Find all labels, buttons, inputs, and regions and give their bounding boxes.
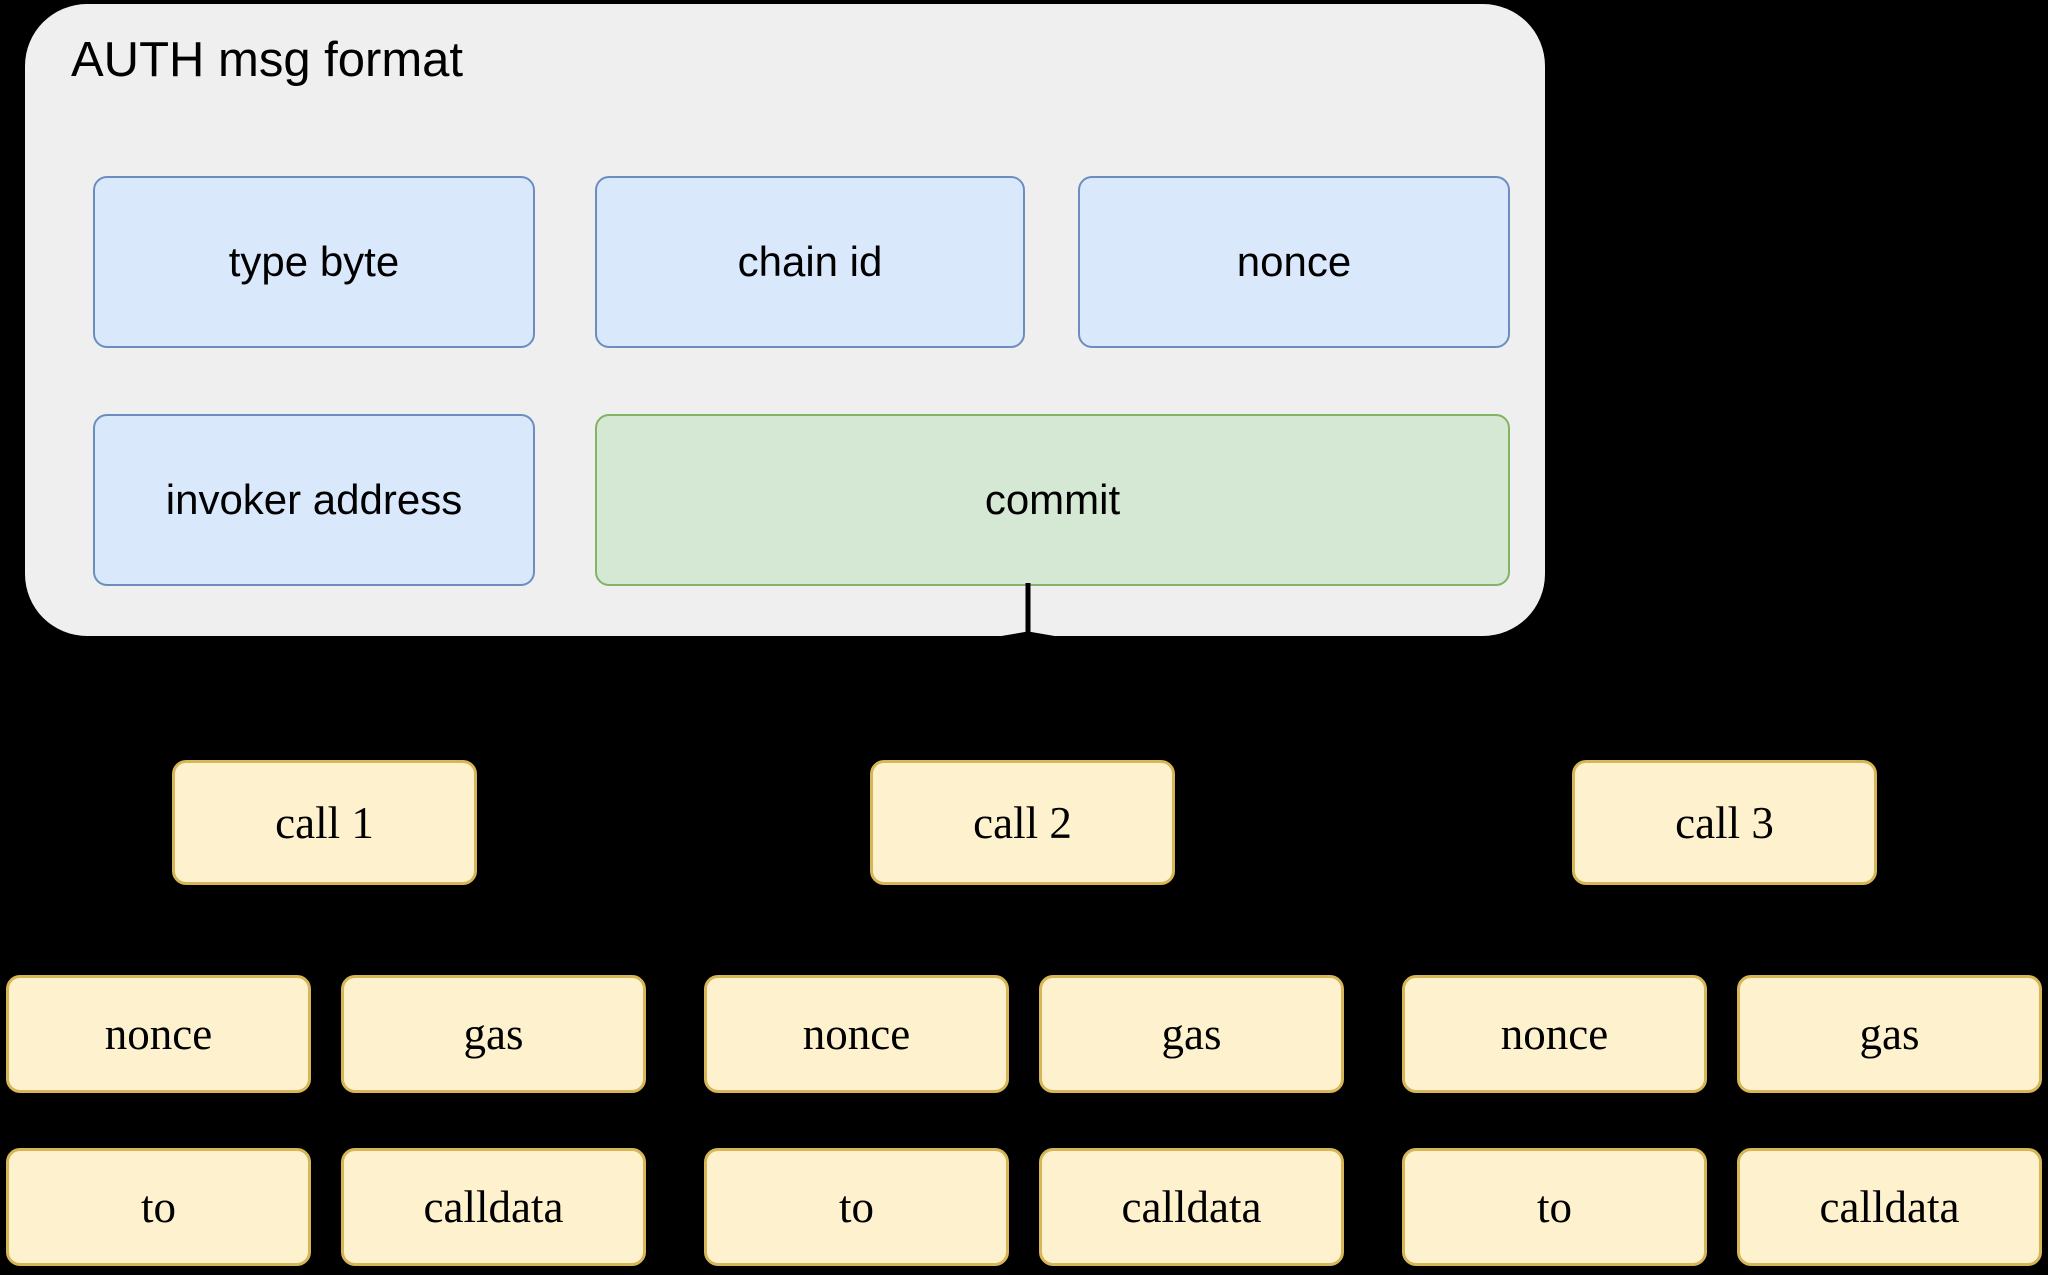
auth-field-commit[interactable]: commit [595,414,1510,586]
call-3-field-calldata[interactable]: calldata [1737,1148,2042,1266]
call-2-field-gas[interactable]: gas [1039,975,1344,1093]
auth-field-type-byte[interactable]: type byte [93,176,535,348]
connector-branch-right [1027,631,1181,663]
call-1-field-to[interactable]: to [6,1148,311,1266]
call-1-field-nonce[interactable]: nonce [6,975,311,1093]
call-2-field-to[interactable]: to [704,1148,1009,1266]
call-2-field-calldata[interactable]: calldata [1039,1148,1344,1266]
call-1-field-gas[interactable]: gas [341,975,646,1093]
call-box-1[interactable]: call 1 [172,760,477,885]
call-box-2[interactable]: call 2 [870,760,1175,885]
call-3-field-to[interactable]: to [1402,1148,1707,1266]
auth-field-invoker-address[interactable]: invoker address [93,414,535,586]
connector-branch-left [875,631,1029,663]
call-1-field-calldata[interactable]: calldata [341,1148,646,1266]
page-title: AUTH msg format [71,33,464,87]
call-3-field-nonce[interactable]: nonce [1402,975,1707,1093]
auth-field-chain-id[interactable]: chain id [595,176,1025,348]
call-2-field-nonce[interactable]: nonce [704,975,1009,1093]
call-box-3[interactable]: call 3 [1572,760,1877,885]
call-3-field-gas[interactable]: gas [1737,975,2042,1093]
auth-msg-format-panel: AUTH msg format type byte chain id nonce in… [25,4,1545,636]
auth-field-nonce[interactable]: nonce [1078,176,1510,348]
diagram-canvas: AUTH msg format type byte chain id nonce in… [0,0,2048,1275]
